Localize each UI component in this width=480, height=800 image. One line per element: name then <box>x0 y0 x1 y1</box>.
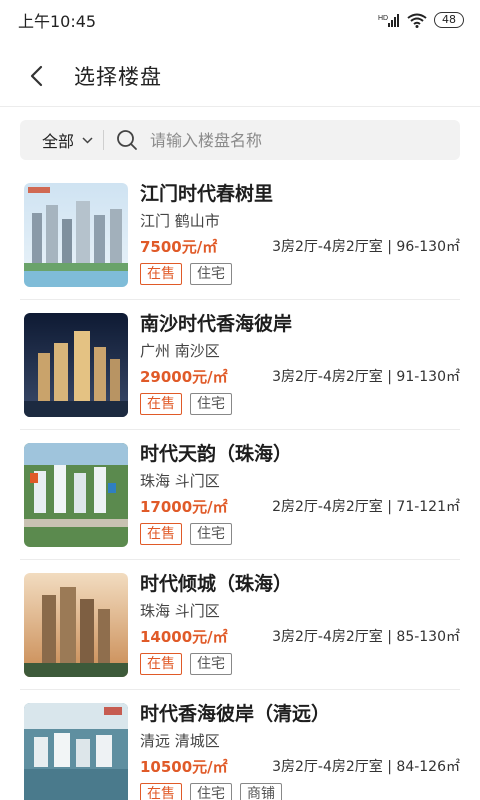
listing-location: 江门 鹤山市 <box>140 212 220 230</box>
wifi-icon <box>407 13 427 28</box>
listing-price: 29000元/㎡ <box>140 367 228 386</box>
header: 选择楼盘 <box>0 46 480 106</box>
listing-rooms: 3房2厅-4房2厅室 | 96-130㎡ <box>272 239 460 255</box>
status-bar: 上午10:45 HD 48 <box>0 0 480 40</box>
listing-thumbnail <box>24 703 128 800</box>
type-tag: 住宅 <box>190 783 232 800</box>
chevron-down-icon <box>82 136 93 144</box>
city-dropdown-label: 全部 <box>42 132 75 151</box>
listing-location: 珠海 斗门区 <box>140 602 220 620</box>
listing-name: 时代天韵（珠海） <box>140 443 293 465</box>
listing-rooms: 3房2厅-4房2厅室 | 84-126㎡ <box>272 759 460 775</box>
back-button[interactable] <box>6 46 66 106</box>
listing-list: 江门时代春树里 江门 鹤山市 7500元/㎡ 3房2厅-4房2厅室 | 96-1… <box>0 170 480 800</box>
status-tag: 在售 <box>140 263 182 285</box>
hd-signal-icon: HD <box>378 14 399 27</box>
listing-name: 南沙时代香海彼岸 <box>140 313 293 335</box>
listing-thumbnail <box>24 183 128 287</box>
search-icon <box>116 129 138 151</box>
search-input[interactable] <box>150 130 411 150</box>
listing-card[interactable]: 时代香海彼岸（清远） 清远 清城区 10500元/㎡ 3房2厅-4房2厅室 | … <box>0 690 480 800</box>
status-icons: HD 48 <box>378 12 464 28</box>
listing-name: 时代倾城（珠海） <box>140 573 293 595</box>
listing-thumbnail <box>24 573 128 677</box>
type-tag: 住宅 <box>190 653 232 675</box>
type-tag: 住宅 <box>190 263 232 285</box>
listing-price: 10500元/㎡ <box>140 757 228 776</box>
type-tag: 住宅 <box>190 393 232 415</box>
listing-rooms: 3房2厅-4房2厅室 | 85-130㎡ <box>272 629 460 645</box>
search-bar: 全部 <box>20 120 460 160</box>
listing-rooms: 2房2厅-4房2厅室 | 71-121㎡ <box>272 499 460 515</box>
listing-location: 广州 南沙区 <box>140 342 220 360</box>
listing-thumbnail <box>24 313 128 417</box>
listing-card[interactable]: 南沙时代香海彼岸 广州 南沙区 29000元/㎡ 3房2厅-4房2厅室 | 91… <box>0 300 480 430</box>
battery-icon: 48 <box>434 12 464 28</box>
listing-price: 7500元/㎡ <box>140 237 218 256</box>
listing-card[interactable]: 时代倾城（珠海） 珠海 斗门区 14000元/㎡ 3房2厅-4房2厅室 | 85… <box>0 560 480 690</box>
chevron-left-icon <box>30 65 43 87</box>
listing-name: 江门时代春树里 <box>140 183 274 205</box>
status-time: 上午10:45 <box>18 12 97 31</box>
type-tag: 商铺 <box>240 783 282 800</box>
listing-location: 珠海 斗门区 <box>140 472 220 490</box>
search-divider <box>103 130 105 150</box>
listing-price: 14000元/㎡ <box>140 627 228 646</box>
status-tag: 在售 <box>140 783 182 800</box>
listing-name: 时代香海彼岸（清远） <box>140 703 331 725</box>
listing-card[interactable]: 时代天韵（珠海） 珠海 斗门区 17000元/㎡ 2房2厅-4房2厅室 | 71… <box>0 430 480 560</box>
status-tag: 在售 <box>140 523 182 545</box>
page-title: 选择楼盘 <box>74 65 162 89</box>
type-tag: 住宅 <box>190 523 232 545</box>
header-divider <box>0 106 480 107</box>
listing-rooms: 3房2厅-4房2厅室 | 91-130㎡ <box>272 369 460 385</box>
city-dropdown[interactable]: 全部 <box>20 120 93 160</box>
listing-card[interactable]: 江门时代春树里 江门 鹤山市 7500元/㎡ 3房2厅-4房2厅室 | 96-1… <box>0 170 480 300</box>
svg-text:HD: HD <box>378 15 388 22</box>
listing-location: 清远 清城区 <box>140 732 220 750</box>
listing-price: 17000元/㎡ <box>140 497 228 516</box>
status-tag: 在售 <box>140 393 182 415</box>
status-tag: 在售 <box>140 653 182 675</box>
listing-thumbnail <box>24 443 128 547</box>
